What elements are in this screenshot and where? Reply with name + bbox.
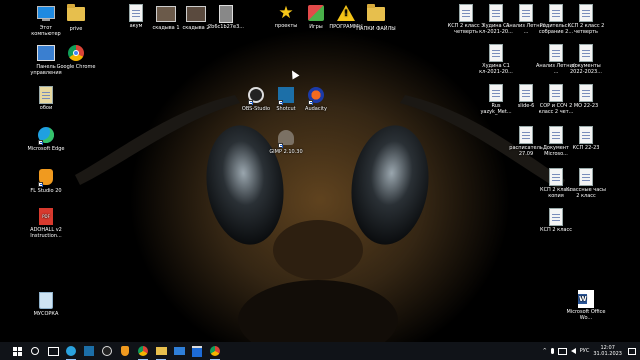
taskbar-clock[interactable]: 12:07 31.01.2023	[593, 345, 622, 357]
taskbar-file-explorer[interactable]	[152, 342, 170, 360]
document-icon	[486, 44, 506, 62]
this-pc-icon	[36, 6, 56, 24]
start-button[interactable]	[8, 342, 26, 360]
obs-icon	[102, 346, 112, 356]
pdf-icon: PDF	[36, 208, 56, 226]
clock-date: 31.01.2023	[593, 351, 622, 357]
taskbar-shotcut[interactable]	[80, 342, 98, 360]
document-icon	[486, 4, 506, 22]
taskbar-telegram[interactable]	[62, 342, 80, 360]
task-view-icon	[47, 346, 59, 356]
taskbar-task-view[interactable]	[44, 342, 62, 360]
network-icon[interactable]	[557, 347, 567, 355]
prive-folder-desktop-icon[interactable]: prive	[56, 4, 96, 32]
gimp-icon	[276, 130, 296, 148]
shotcut-icon	[276, 87, 296, 105]
chrome-icon	[138, 346, 148, 356]
folder-icon	[366, 4, 386, 25]
notifications-icon[interactable]	[628, 347, 636, 355]
warning-icon: !	[336, 5, 356, 23]
document-icon	[126, 4, 146, 22]
windows-start-icon	[12, 346, 22, 356]
fl-studio-desktop-icon[interactable]: FL Studio 20	[26, 168, 66, 194]
document-icon	[516, 4, 536, 22]
taskbar: ^ РУС 12:07 31.01.2023	[0, 342, 640, 360]
wallpaper-icon	[36, 86, 56, 104]
taskbar-chrome[interactable]	[134, 342, 152, 360]
document-icon	[546, 208, 566, 226]
obs-icon	[246, 87, 266, 105]
image-icon	[216, 5, 236, 23]
edge-desktop-icon[interactable]: Microsoft Edge	[26, 126, 66, 152]
system-tray: ^ РУС 12:07 31.01.2023	[543, 342, 640, 360]
document-icon	[516, 84, 536, 102]
taskbar-obs[interactable]	[98, 342, 116, 360]
fl-studio-icon	[36, 169, 56, 187]
fl-studio-icon	[121, 346, 129, 356]
word-icon	[576, 290, 596, 308]
document-icon	[546, 168, 566, 186]
taskbar-fl-studio[interactable]	[116, 342, 134, 360]
mo-22-23-desktop-icon[interactable]: МО 22-23	[566, 84, 606, 109]
store-icon	[192, 345, 202, 357]
microsoft-office-word-desktop-icon[interactable]: Microsoft Office Wo...	[566, 290, 606, 321]
ksp-2-class-2-quarter-desktop-icon[interactable]: КСП 2 класс 2 четверть	[566, 4, 606, 35]
audacity-icon	[306, 87, 326, 105]
gimp-desktop-icon[interactable]: GIMP 2.10.30	[266, 128, 306, 155]
folders-files-desktop-icon[interactable]: ПАПКИ ФАЙЛЫ	[356, 4, 396, 32]
recycle-bin-icon	[36, 292, 56, 310]
edge-icon	[36, 127, 56, 145]
file-explorer-icon	[155, 347, 167, 355]
document-icon	[486, 84, 506, 102]
class-hours-desktop-icon[interactable]: Классные часы 2 класс	[566, 168, 606, 199]
star-folder-icon: ★	[278, 3, 294, 23]
search-icon	[31, 347, 39, 355]
taskbar-chrome-2[interactable]	[206, 342, 224, 360]
ksp-22-23-desktop-icon[interactable]: КСП 22-23	[566, 126, 606, 151]
image-file-desktop-icon[interactable]: 2b6c1b27e3...	[206, 4, 246, 30]
document-icon	[576, 4, 596, 22]
show-hidden-icons-button[interactable]: ^	[543, 348, 547, 354]
khudina-2-desktop-icon[interactable]: Худина С1 кл-2021-20...	[476, 44, 516, 75]
control-panel-icon	[36, 45, 56, 63]
microphone-icon[interactable]	[550, 348, 554, 354]
document-icon	[546, 126, 566, 144]
document-icon	[516, 126, 536, 144]
document-icon	[576, 168, 596, 186]
taskbar-search[interactable]	[26, 342, 44, 360]
taskbar-mail[interactable]	[170, 342, 188, 360]
recycle-bin-desktop-icon[interactable]: МУСОРКА	[26, 290, 66, 317]
audacity-desktop-icon[interactable]: Audacity	[296, 86, 336, 112]
chrome-icon	[210, 346, 220, 356]
document-icon	[576, 126, 596, 144]
documents-2022-desktop-icon[interactable]: документы 2022-2023...	[566, 44, 606, 75]
games-icon	[306, 5, 326, 23]
telegram-icon	[66, 346, 76, 356]
mail-icon	[173, 347, 185, 355]
image-icon	[156, 6, 176, 24]
folder-icon	[66, 4, 86, 25]
chrome-desktop-icon[interactable]: Google Chrome	[56, 44, 96, 70]
document-icon	[576, 44, 596, 62]
ksp-2-class-desktop-icon[interactable]: КСП 2 класс	[536, 208, 576, 233]
pdf-desktop-icon[interactable]: PDF ADOHALL v2 Instruction...	[26, 208, 66, 239]
document-icon	[546, 84, 566, 102]
document-icon	[576, 84, 596, 102]
input-language-indicator[interactable]: РУС	[580, 348, 590, 354]
document-icon	[546, 4, 566, 22]
document-icon	[456, 4, 476, 22]
image-icon	[186, 6, 206, 24]
volume-icon[interactable]	[570, 348, 576, 354]
chrome-icon	[66, 45, 86, 63]
shotcut-icon	[84, 346, 94, 356]
wallpaper-folder-desktop-icon[interactable]: обои	[26, 86, 66, 111]
taskbar-store[interactable]	[188, 342, 206, 360]
document-icon	[546, 44, 566, 62]
